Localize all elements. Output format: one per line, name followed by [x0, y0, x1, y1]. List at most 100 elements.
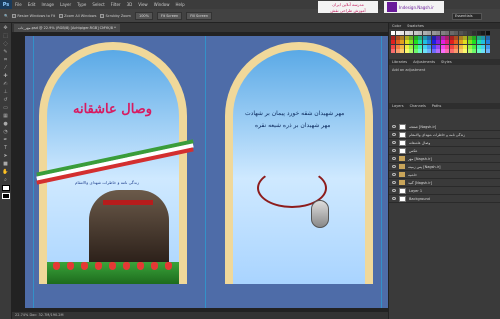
- color-swatch[interactable]: [463, 31, 467, 35]
- color-swatch[interactable]: [427, 40, 431, 44]
- color-swatch[interactable]: [409, 31, 413, 35]
- layer-row[interactable]: Background: [389, 195, 500, 203]
- color-swatch[interactable]: [449, 49, 454, 53]
- color-swatch[interactable]: [445, 35, 449, 40]
- guide-line[interactable]: [381, 36, 382, 308]
- color-swatch[interactable]: [449, 40, 454, 44]
- color-swatch[interactable]: [436, 35, 440, 40]
- color-swatch[interactable]: [472, 40, 476, 44]
- color-swatch[interactable]: [400, 49, 404, 53]
- color-swatch[interactable]: [458, 35, 463, 40]
- tab-libraries[interactable]: Libraries: [392, 59, 407, 65]
- guide-line[interactable]: [33, 36, 34, 308]
- color-swatch[interactable]: [409, 35, 413, 40]
- healing-tool-icon[interactable]: ✚: [2, 73, 10, 79]
- gradient-tool-icon[interactable]: ▦: [2, 113, 10, 119]
- hand-tool-icon[interactable]: ✋: [2, 169, 10, 175]
- color-swatch[interactable]: [422, 49, 427, 53]
- color-swatch[interactable]: [458, 40, 463, 44]
- tab-swatches[interactable]: Swatches: [407, 23, 424, 29]
- color-swatch[interactable]: [409, 49, 413, 53]
- checkbox-icon[interactable]: [59, 13, 64, 18]
- color-swatch[interactable]: [472, 35, 476, 40]
- visibility-eye-icon[interactable]: [392, 125, 396, 128]
- color-swatch[interactable]: [404, 40, 409, 44]
- color-swatch[interactable]: [418, 35, 422, 40]
- fill-screen-button[interactable]: Fill Screen: [186, 11, 213, 20]
- visibility-eye-icon[interactable]: [392, 189, 396, 192]
- lasso-tool-icon[interactable]: ◌: [2, 41, 10, 47]
- menu-filter[interactable]: Filter: [108, 2, 124, 7]
- color-swatch[interactable]: [485, 35, 490, 40]
- color-swatch[interactable]: [472, 49, 476, 53]
- color-swatch[interactable]: [476, 49, 481, 53]
- color-swatch[interactable]: [485, 49, 490, 53]
- color-swatch[interactable]: [476, 31, 481, 35]
- color-swatch[interactable]: [427, 35, 431, 40]
- layer-row[interactable]: وصال عاشقانه: [389, 139, 500, 147]
- blur-tool-icon[interactable]: ●: [2, 121, 10, 127]
- menu-edit[interactable]: Edit: [25, 2, 39, 7]
- color-swatch[interactable]: [467, 31, 472, 35]
- color-swatch[interactable]: [481, 31, 485, 35]
- foreground-color-swatch[interactable]: [1, 185, 10, 191]
- color-swatch[interactable]: [485, 40, 490, 44]
- color-swatch[interactable]: [481, 49, 485, 53]
- marquee-tool-icon[interactable]: ⬚: [2, 33, 10, 39]
- color-swatch[interactable]: [467, 49, 472, 53]
- fit-screen-button[interactable]: Fit Screen: [156, 11, 183, 20]
- tab-layers[interactable]: Layers: [392, 103, 404, 109]
- color-swatch[interactable]: [404, 44, 409, 49]
- color-swatch[interactable]: [422, 31, 427, 35]
- color-swatch[interactable]: [454, 44, 458, 49]
- color-swatch[interactable]: [476, 35, 481, 40]
- pen-tool-icon[interactable]: ✒: [2, 137, 10, 143]
- color-swatch[interactable]: [454, 49, 458, 53]
- color-swatch[interactable]: [395, 44, 400, 49]
- color-swatch[interactable]: [400, 40, 404, 44]
- color-swatch[interactable]: [413, 49, 418, 53]
- color-swatch[interactable]: [391, 35, 395, 40]
- path-select-icon[interactable]: ➤: [2, 153, 10, 159]
- color-swatch[interactable]: [467, 40, 472, 44]
- color-swatch[interactable]: [413, 35, 418, 40]
- checkbox-icon[interactable]: [100, 13, 105, 18]
- color-swatch[interactable]: [481, 44, 485, 49]
- scrubby-zoom-option[interactable]: Scrubby Zoom: [100, 13, 131, 18]
- color-swatch[interactable]: [449, 31, 454, 35]
- stamp-tool-icon[interactable]: ⊥: [2, 89, 10, 95]
- layer-row[interactable]: زندگی نامه و خاطرات شهدای والامقام: [389, 131, 500, 139]
- color-swatch[interactable]: [458, 31, 463, 35]
- eraser-tool-icon[interactable]: ▭: [2, 105, 10, 111]
- color-swatch[interactable]: [458, 44, 463, 49]
- zoom-all-option[interactable]: Zoom All Windows: [59, 13, 96, 18]
- menu-image[interactable]: Image: [38, 2, 57, 7]
- layer-row[interactable]: پس زمینه [Nagsh.ir]: [389, 163, 500, 171]
- zoom-tool-icon[interactable]: 🔍: [4, 14, 8, 18]
- color-swatch[interactable]: [467, 35, 472, 40]
- color-swatch[interactable]: [476, 44, 481, 49]
- visibility-eye-icon[interactable]: [392, 197, 396, 200]
- layer-row[interactable]: Layer 1: [389, 187, 500, 195]
- color-swatch[interactable]: [436, 49, 440, 53]
- zoom-tool-icon[interactable]: ⌕: [2, 177, 10, 183]
- background-color-swatch[interactable]: [1, 193, 10, 199]
- color-swatch[interactable]: [454, 40, 458, 44]
- color-swatch[interactable]: [418, 44, 422, 49]
- layer-row[interactable]: حاشیه: [389, 171, 500, 179]
- adjustment-icons[interactable]: [389, 75, 500, 103]
- color-swatch[interactable]: [440, 49, 445, 53]
- color-swatch[interactable]: [422, 40, 427, 44]
- visibility-eye-icon[interactable]: [392, 149, 396, 152]
- menu-file[interactable]: File: [12, 2, 25, 7]
- swatches-grid[interactable]: [389, 29, 500, 55]
- color-swatch[interactable]: [463, 35, 467, 40]
- menu-window[interactable]: Window: [151, 2, 173, 7]
- color-swatch[interactable]: [485, 44, 490, 49]
- guide-line[interactable]: [205, 36, 206, 308]
- tab-adjustments[interactable]: Adjustments: [413, 59, 435, 65]
- color-swatch[interactable]: [409, 40, 413, 44]
- color-swatch[interactable]: [445, 44, 449, 49]
- color-swatch[interactable]: [395, 49, 400, 53]
- shape-tool-icon[interactable]: ■: [2, 161, 10, 167]
